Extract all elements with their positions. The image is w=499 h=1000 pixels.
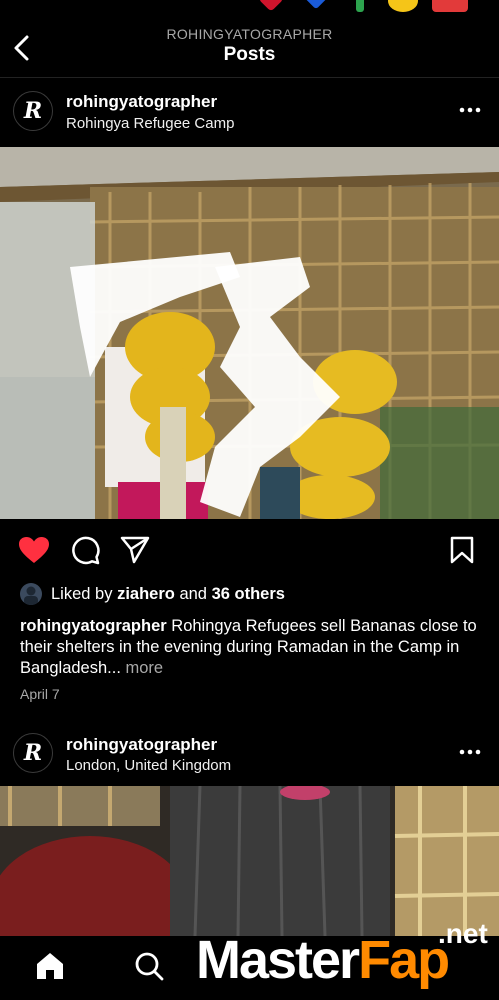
header-divider: [0, 77, 499, 78]
watermark-net: .net: [438, 918, 488, 949]
home-icon: [37, 953, 63, 979]
more-dots-icon: [459, 107, 481, 113]
like-button[interactable]: [17, 534, 51, 566]
profile-subtitle: ROHINGYATOGRAPHER: [166, 26, 333, 42]
likes-summary[interactable]: Liked by ziahero and 36 others: [20, 583, 285, 605]
comment-icon: [72, 536, 100, 565]
post-location[interactable]: Rohingya Refugee Camp: [66, 115, 234, 132]
post-options-button[interactable]: [458, 738, 482, 764]
post-avatar[interactable]: R: [13, 91, 53, 131]
save-button[interactable]: [446, 534, 478, 566]
page-title: Posts: [223, 44, 276, 65]
post-avatar[interactable]: R: [13, 733, 53, 773]
post-photo[interactable]: [0, 786, 499, 936]
search-icon: [135, 952, 164, 981]
liker-avatar: [20, 583, 42, 605]
status-emoji-strip: [0, 0, 499, 14]
comment-button[interactable]: [69, 534, 101, 566]
avatar-letter: R: [23, 740, 43, 766]
liked-others[interactable]: 36 others: [212, 585, 285, 604]
post-photo[interactable]: [0, 147, 499, 519]
watermark-logo: MasterFap: [196, 930, 450, 990]
nav-home-button[interactable]: [32, 948, 68, 984]
heart-icon: [19, 537, 49, 563]
avatar-letter: R: [23, 98, 43, 124]
post-username[interactable]: rohingyatographer: [66, 92, 217, 112]
post-date: April 7: [20, 686, 60, 702]
liked-prefix: Liked by: [51, 584, 113, 603]
liked-user[interactable]: ziahero: [117, 585, 175, 604]
liked-and: and: [179, 584, 207, 603]
send-icon: [120, 536, 150, 564]
caption-more-link[interactable]: more: [126, 659, 164, 677]
more-dots-icon: [459, 749, 481, 755]
post-caption: rohingyatographer Rohingya Refugees sell…: [20, 616, 485, 679]
bookmark-icon: [450, 536, 474, 564]
nav-search-button[interactable]: [131, 948, 167, 984]
caption-username[interactable]: rohingyatographer: [20, 617, 167, 635]
post-username[interactable]: rohingyatographer: [66, 735, 217, 755]
post-options-button[interactable]: [458, 96, 482, 122]
post-location[interactable]: London, United Kingdom: [66, 757, 231, 774]
share-button[interactable]: [118, 534, 152, 566]
